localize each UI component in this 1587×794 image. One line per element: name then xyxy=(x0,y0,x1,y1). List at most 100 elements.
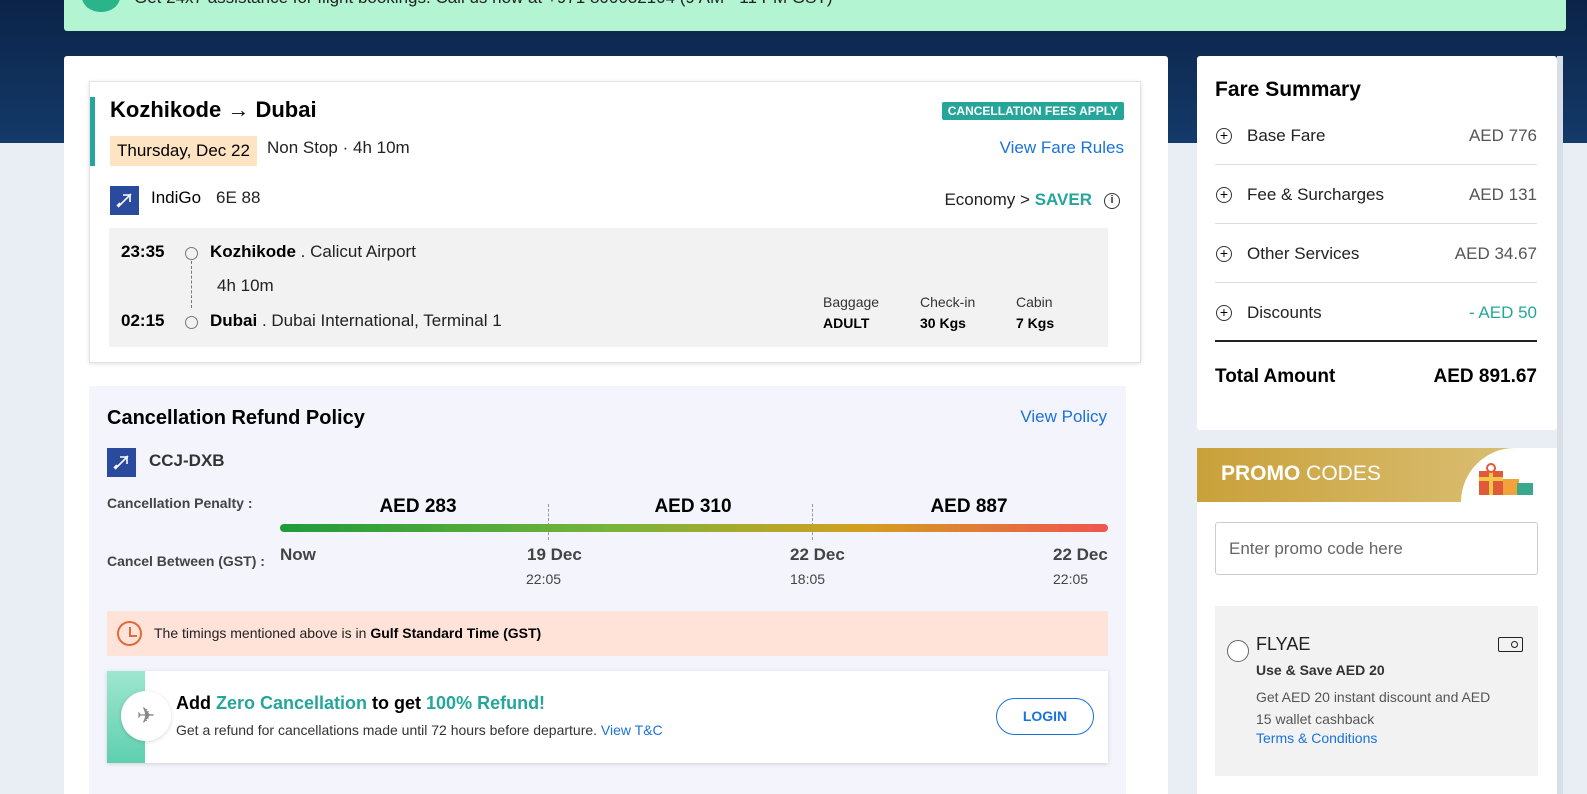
flight-number: 6E 88 xyxy=(216,188,261,207)
departure-city: Kozhikode xyxy=(210,242,296,261)
view-tnc-link[interactable]: View T&C xyxy=(601,722,663,738)
penalty-amount: AED 310 xyxy=(654,496,732,517)
baggage-column: Baggage ADULT xyxy=(823,294,879,331)
gst-note-bold: Gulf Standard Time (GST) xyxy=(370,625,542,641)
timeline-divider xyxy=(548,504,549,540)
baggage-value: ADULT xyxy=(823,315,870,331)
fare-label: Other Services xyxy=(1247,244,1360,263)
route-code: CCJ-DXB xyxy=(149,451,225,470)
plus-circle-icon[interactable]: + xyxy=(1216,305,1232,321)
plus-circle-icon[interactable]: + xyxy=(1216,246,1232,262)
route-arrow-icon: → xyxy=(227,97,250,122)
penalty-amount: AED 283 xyxy=(379,496,457,517)
timeline-date: 22 Dec xyxy=(1053,545,1108,564)
zc-subtitle: Get a refund for cancellations made unti… xyxy=(176,722,663,738)
accent-bar xyxy=(90,97,95,166)
cabin-label: Cabin xyxy=(1016,294,1053,310)
fare-row-fee-surcharges[interactable]: + Fee & Surcharges AED 131 xyxy=(1215,165,1537,224)
total-amount-label: Total Amount xyxy=(1215,366,1336,387)
scrollbar[interactable] xyxy=(1557,56,1563,794)
airline-name: IndiGo xyxy=(151,188,202,207)
cancellation-refund-policy: Cancellation Refund Policy View Policy C… xyxy=(89,386,1126,794)
offer-save-text: Use & Save AED 20 xyxy=(1256,662,1385,678)
arrival-city: Dubai xyxy=(210,311,258,330)
zc-sub-text: Get a refund for cancellations made unti… xyxy=(176,722,601,738)
departure-place: Kozhikode . Calicut Airport xyxy=(210,242,416,262)
travel-date: Thursday, Dec 22 xyxy=(110,136,257,166)
assistance-banner: Get 24x7 assistance for flight bookings.… xyxy=(64,0,1566,31)
departure-airport: . Calicut Airport xyxy=(295,242,416,261)
airline-logo-icon xyxy=(110,186,139,215)
timeline-time: 18:05 xyxy=(790,571,826,587)
fare-summary-title: Fare Summary xyxy=(1215,78,1361,101)
penalty-label: Cancellation Penalty : xyxy=(107,495,253,511)
promo-code-input[interactable] xyxy=(1215,522,1538,575)
gst-note-text: The timings mentioned above is in Gulf S… xyxy=(154,625,541,641)
cabin-class: Economy > SAVER xyxy=(944,190,1092,210)
timeline-divider xyxy=(812,504,813,540)
gift-icon xyxy=(1479,463,1533,495)
zc-title-4: 100% Refund! xyxy=(426,693,546,713)
fare-row-discounts[interactable]: + Discounts - AED 50 xyxy=(1215,283,1537,342)
total-amount-value: AED 891.67 xyxy=(1433,366,1537,387)
main-card: Kozhikode → Dubai Thursday, Dec 22 Non S… xyxy=(64,56,1168,794)
cancel-between-label: Cancel Between (GST) : xyxy=(107,553,265,569)
promo-offer-flyae[interactable]: FLYAE Use & Save AED 20 Get AED 20 insta… xyxy=(1215,606,1538,776)
zero-cancellation-card: ✈ Add Zero Cancellation to get 100% Refu… xyxy=(107,671,1108,763)
refund-policy-title: Cancellation Refund Policy xyxy=(107,407,365,429)
destination-city: Dubai xyxy=(255,97,317,122)
timeline-date: Now xyxy=(280,545,316,564)
origin-city: Kozhikode xyxy=(110,97,222,122)
departure-dot-icon xyxy=(185,247,198,260)
offer-radio[interactable] xyxy=(1227,640,1249,662)
segment-duration: 4h 10m xyxy=(217,276,274,295)
zc-title-3: to get xyxy=(367,693,427,713)
timeline-time: 22:05 xyxy=(526,571,562,587)
fare-row-other-services[interactable]: + Other Services AED 34.67 xyxy=(1215,224,1537,283)
promo-title-bold: PROMO xyxy=(1221,462,1301,485)
arrival-dot-icon xyxy=(185,316,198,329)
view-policy-link[interactable]: View Policy xyxy=(1020,407,1107,427)
fare-label: Fee & Surcharges xyxy=(1247,185,1385,204)
terms-conditions-link[interactable]: Terms & Conditions xyxy=(1256,730,1377,746)
tag-icon xyxy=(1498,637,1523,652)
penalty-amount: AED 887 xyxy=(930,496,1008,517)
view-fare-rules-link[interactable]: View Fare Rules xyxy=(1000,138,1124,158)
zc-title-1: Add xyxy=(176,693,216,713)
gst-note: The timings mentioned above is in Gulf S… xyxy=(107,611,1108,656)
checkin-column: Check-in 30 Kgs xyxy=(920,294,975,331)
checkin-value: 30 Kgs xyxy=(920,315,966,331)
stop-info: Non Stop · 4h 10m xyxy=(267,138,410,157)
arrival-airport: . Dubai International, Terminal 1 xyxy=(257,311,502,330)
flight-details-card: Kozhikode → Dubai Thursday, Dec 22 Non S… xyxy=(89,81,1141,363)
segment-line xyxy=(191,261,192,308)
timeline-date: 19 Dec xyxy=(527,545,582,564)
promo-title: PROMO CODES xyxy=(1221,462,1381,486)
zc-title-2: Zero Cancellation xyxy=(216,693,368,713)
cabin-value: 7 Kgs xyxy=(1016,315,1055,331)
fare-label: Base Fare xyxy=(1247,126,1326,145)
fare-value: AED 34.67 xyxy=(1454,244,1537,263)
plus-circle-icon[interactable]: + xyxy=(1216,187,1232,203)
departure-time: 23:35 xyxy=(121,242,165,261)
promo-header: PROMO CODES xyxy=(1197,448,1557,502)
penalty-gradient-bar xyxy=(280,524,1108,532)
fare-row-base-fare[interactable]: + Base Fare AED 776 xyxy=(1215,106,1537,165)
promo-codes-card: PROMO CODES FLYAE Use & Save AED 20 Get … xyxy=(1197,448,1557,794)
fare-value: - AED 50 xyxy=(1468,303,1537,322)
flight-segment: 23:35 Kozhikode . Calicut Airport 4h 10m… xyxy=(109,228,1108,347)
info-icon[interactable]: i xyxy=(1104,193,1120,209)
route-title: Kozhikode → Dubai xyxy=(110,97,317,123)
promo-title-rest: CODES xyxy=(1300,462,1381,485)
fare-value: AED 776 xyxy=(1468,126,1537,145)
login-button[interactable]: LOGIN xyxy=(996,698,1094,735)
plus-circle-icon[interactable]: + xyxy=(1216,128,1232,144)
timeline-time: 22:05 xyxy=(1053,571,1089,587)
fare-summary-card: Fare Summary + Base Fare AED 776 + Fee &… xyxy=(1197,56,1557,430)
banner-text: Get 24x7 assistance for flight bookings.… xyxy=(134,0,832,8)
checkin-label: Check-in xyxy=(920,294,976,310)
gst-note-prefix: The timings mentioned above is in xyxy=(154,625,371,641)
offer-description: Get AED 20 instant discount and AED 15 w… xyxy=(1256,689,1491,727)
fare-type: SAVER xyxy=(1034,190,1092,209)
timeline-date: 22 Dec xyxy=(790,545,845,564)
